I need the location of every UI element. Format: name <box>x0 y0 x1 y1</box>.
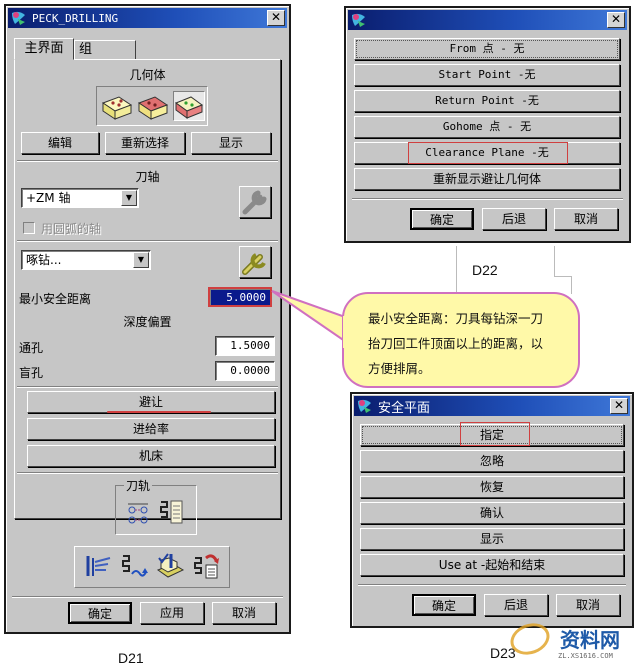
confirm-button[interactable]: 确认 <box>360 502 624 524</box>
callout-line-1: 最小安全距离：刀具每钻深一刀 <box>368 311 544 326</box>
cancel-button[interactable]: 取消 <box>556 594 620 616</box>
separator <box>358 584 626 586</box>
callout-line-3: 方便排屑。 <box>368 361 431 376</box>
back-button[interactable]: 后退 <box>484 594 548 616</box>
ok-button[interactable]: 确定 <box>412 594 476 616</box>
tab-main-label: 主界面 <box>24 41 64 56</box>
callout-pointer-cover <box>343 316 349 348</box>
close-button[interactable]: ✕ <box>610 398 628 414</box>
tab-main[interactable]: 主界面 <box>14 38 74 60</box>
watermark-text: 资料网 <box>560 628 620 652</box>
clearance-plane-dialog: 安全平面 ✕ 指定 忽略 恢复 确认 显示 Use at -起始和结束 确定 后… <box>350 392 634 628</box>
app-logo-icon <box>356 398 374 414</box>
ignore-button[interactable]: 忽略 <box>360 450 624 472</box>
use-at-button[interactable]: Use at -起始和结束 <box>360 554 624 576</box>
callout-line-2: 抬刀回工件顶面以上的距离，以 <box>368 336 544 351</box>
min-clearance-callout: 最小安全距离：刀具每钻深一刀 抬刀回工件顶面以上的距离，以 方便排屑。 <box>342 292 580 388</box>
specify-highlight-annotation <box>460 422 530 446</box>
dialog-title: 安全平面 <box>378 400 431 416</box>
restore-button[interactable]: 恢复 <box>360 476 624 498</box>
display-button[interactable]: 显示 <box>360 528 624 550</box>
title-bar: 安全平面 ✕ <box>354 396 630 416</box>
watermark-url: ZL.XS1616.COM <box>558 652 613 660</box>
